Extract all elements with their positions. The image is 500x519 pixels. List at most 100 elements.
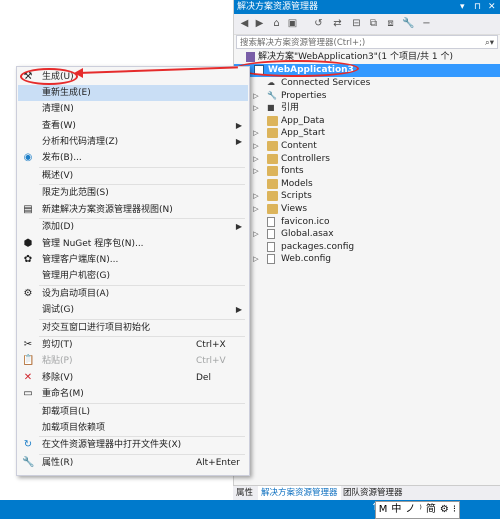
- build-highlight-oval: [20, 68, 78, 85]
- expand-arrow-icon[interactable]: ▷: [252, 90, 260, 103]
- view-switch-icon[interactable]: ▣: [286, 17, 299, 30]
- search-input[interactable]: 搜索解决方案资源管理器(Ctrl+;) ⌕▾: [236, 35, 498, 49]
- menu-item-shortcut: Del: [196, 372, 211, 383]
- menu-item-label: 发布(B)...: [42, 153, 82, 163]
- ime-settings-icon[interactable]: ⚙: [440, 502, 449, 518]
- tree-item-label: fonts: [281, 166, 304, 177]
- menu-item[interactable]: 清理(N): [18, 101, 248, 117]
- menu-item-label: 重命名(M): [42, 388, 84, 399]
- panel-pin-button[interactable]: ⊓: [474, 0, 481, 14]
- tree-item[interactable]: ▷ Scripts: [234, 190, 500, 203]
- library-icon: ✿: [23, 253, 33, 265]
- tree-item-label: Properties: [281, 90, 327, 101]
- pending-changes-icon[interactable]: ↺: [312, 17, 325, 30]
- folder-icon: [267, 153, 278, 164]
- file-icon: [267, 229, 275, 240]
- wrench-icon[interactable]: 🔧: [402, 17, 415, 30]
- menu-item[interactable]: ↻ 在文件资源管理器中打开文件夹(X): [18, 437, 248, 453]
- expand-arrow-icon[interactable]: ▷: [252, 253, 260, 266]
- menu-item[interactable]: ✿ 管理客户端库(N)...: [18, 252, 248, 268]
- tab-team-explorer[interactable]: 团队资源管理器: [340, 486, 406, 501]
- ime-punct-icon[interactable]: ⁾: [419, 502, 421, 518]
- tree-item-label: packages.config: [281, 241, 355, 252]
- expand-arrow-icon[interactable]: ▷: [252, 203, 260, 216]
- tree-item[interactable]: ▷ Global.asax: [234, 228, 500, 241]
- forward-icon[interactable]: ▶: [253, 17, 266, 30]
- menu-item[interactable]: 加载项目依赖项: [18, 420, 248, 436]
- folder-icon: [267, 141, 278, 151]
- menu-item[interactable]: 卸载项目(L): [18, 404, 248, 420]
- dash-icon[interactable]: −: [420, 17, 433, 30]
- service-icon: ☁: [267, 78, 275, 87]
- tree-item[interactable]: ▷ App_Start: [234, 127, 500, 140]
- ime-chinese[interactable]: 中: [391, 502, 401, 518]
- show-all-files-icon[interactable]: ⧉: [367, 17, 380, 30]
- expand-arrow-icon[interactable]: ▷: [252, 127, 260, 140]
- menu-item-label: 查看(W): [42, 120, 76, 131]
- ime-mode[interactable]: M: [379, 502, 388, 518]
- panel-close-button[interactable]: ✕: [488, 0, 496, 14]
- menu-item[interactable]: ▭ 重命名(M): [18, 386, 248, 402]
- solution-explorer-panel: 解决方案资源管理器 ▾ ⊓ ✕ ◀ ▶ ⌂ ▣ ↺ ⇄ ⊟ ⧉ ⧈ 🔧 − 搜索…: [233, 0, 500, 500]
- ime-simplified[interactable]: 简: [426, 502, 436, 518]
- search-icon[interactable]: ⌕▾: [485, 36, 494, 50]
- tree-item[interactable]: ▷ ■ 引用: [234, 102, 500, 115]
- tree-item[interactable]: ▷ Content: [234, 140, 500, 153]
- menu-item[interactable]: 📋 粘贴(P) Ctrl+V: [18, 353, 248, 369]
- sync-icon[interactable]: ⇄: [331, 17, 344, 30]
- expand-arrow-icon[interactable]: ▷: [252, 190, 260, 203]
- tree-item[interactable]: ▷ Views: [234, 203, 500, 216]
- menu-item[interactable]: 重新生成(E): [18, 85, 248, 102]
- tree-item[interactable]: ☁ Connected Services: [234, 77, 500, 90]
- ime-more-icon[interactable]: ⁝: [453, 502, 456, 518]
- expand-arrow-icon[interactable]: ▷: [252, 228, 260, 241]
- tree-item[interactable]: Models: [234, 178, 500, 191]
- expand-arrow-icon[interactable]: ▷: [252, 102, 260, 115]
- expand-arrow-icon[interactable]: ▷: [252, 165, 260, 178]
- tree-item[interactable]: App_Data: [234, 115, 500, 128]
- menu-item[interactable]: ✕ 移除(V) Del: [18, 370, 248, 386]
- menu-item-label: 清理(N): [42, 104, 74, 115]
- menu-item-label: 移除(V): [42, 372, 74, 383]
- menu-item[interactable]: 限定为此范围(S): [18, 185, 248, 201]
- back-icon[interactable]: ◀: [238, 17, 251, 30]
- menu-item-label: 分析和代码清理(Z): [42, 136, 119, 147]
- preview-icon[interactable]: ⧈: [384, 17, 397, 30]
- menu-item[interactable]: 调试(G) ▶: [18, 302, 248, 318]
- menu-item[interactable]: 🔧 属性(R) Alt+Enter: [18, 455, 248, 471]
- home-icon[interactable]: ⌂: [270, 17, 283, 30]
- folder-icon: [267, 115, 278, 126]
- menu-item-label: 添加(D): [42, 222, 74, 233]
- tree-item[interactable]: ▷ Controllers: [234, 153, 500, 166]
- menu-item[interactable]: 分析和代码清理(Z) ▶: [18, 134, 248, 150]
- tree-item[interactable]: packages.config: [234, 241, 500, 254]
- menu-item[interactable]: 对交互窗口进行项目初始化: [18, 320, 248, 336]
- tab-solution-explorer[interactable]: 解决方案资源管理器: [258, 486, 341, 501]
- tree-item-label: Connected Services: [281, 78, 371, 88]
- menu-item[interactable]: ⚙ 设为启动项目(A): [18, 286, 248, 302]
- paste-icon: 📋: [22, 355, 35, 367]
- expand-arrow-icon[interactable]: ▷: [252, 153, 260, 166]
- menu-item-label: 设为启动项目(A): [42, 288, 110, 299]
- menu-item[interactable]: ✂ 剪切(T) Ctrl+X: [18, 337, 248, 353]
- open-folder-icon: ↻: [23, 439, 33, 451]
- tree-item[interactable]: ▷ Web.config: [234, 253, 500, 266]
- menu-item[interactable]: 查看(W) ▶: [18, 118, 248, 134]
- menu-item[interactable]: ◉ 发布(B)...: [18, 150, 248, 166]
- menu-item[interactable]: ⬢ 管理 NuGet 程序包(N)...: [18, 236, 248, 252]
- collapse-all-icon[interactable]: ⊟: [350, 17, 363, 30]
- menu-item[interactable]: 管理用户机密(G): [18, 268, 248, 284]
- menu-item[interactable]: ▤ 新建解决方案资源管理器视图(N): [18, 202, 248, 218]
- ime-toolbar[interactable]: M 中 ノ ⁾ 简 ⚙ ⁝: [374, 501, 460, 519]
- tab-properties[interactable]: 属性: [233, 486, 256, 501]
- tree-item[interactable]: favicon.ico: [234, 216, 500, 229]
- tree-item[interactable]: ▷ 🔧 Properties: [234, 90, 500, 103]
- menu-item[interactable]: 概述(V): [18, 168, 248, 184]
- menu-item-label: 新建解决方案资源管理器视图(N): [42, 204, 173, 215]
- panel-menu-button[interactable]: ▾: [460, 0, 465, 14]
- tree-item[interactable]: ▷ fonts: [234, 165, 500, 178]
- expand-arrow-icon[interactable]: ▷: [252, 140, 260, 153]
- tree-item-label: App_Start: [281, 128, 326, 139]
- menu-item[interactable]: 添加(D) ▶: [18, 219, 248, 235]
- ime-moon-icon[interactable]: ノ: [405, 502, 415, 518]
